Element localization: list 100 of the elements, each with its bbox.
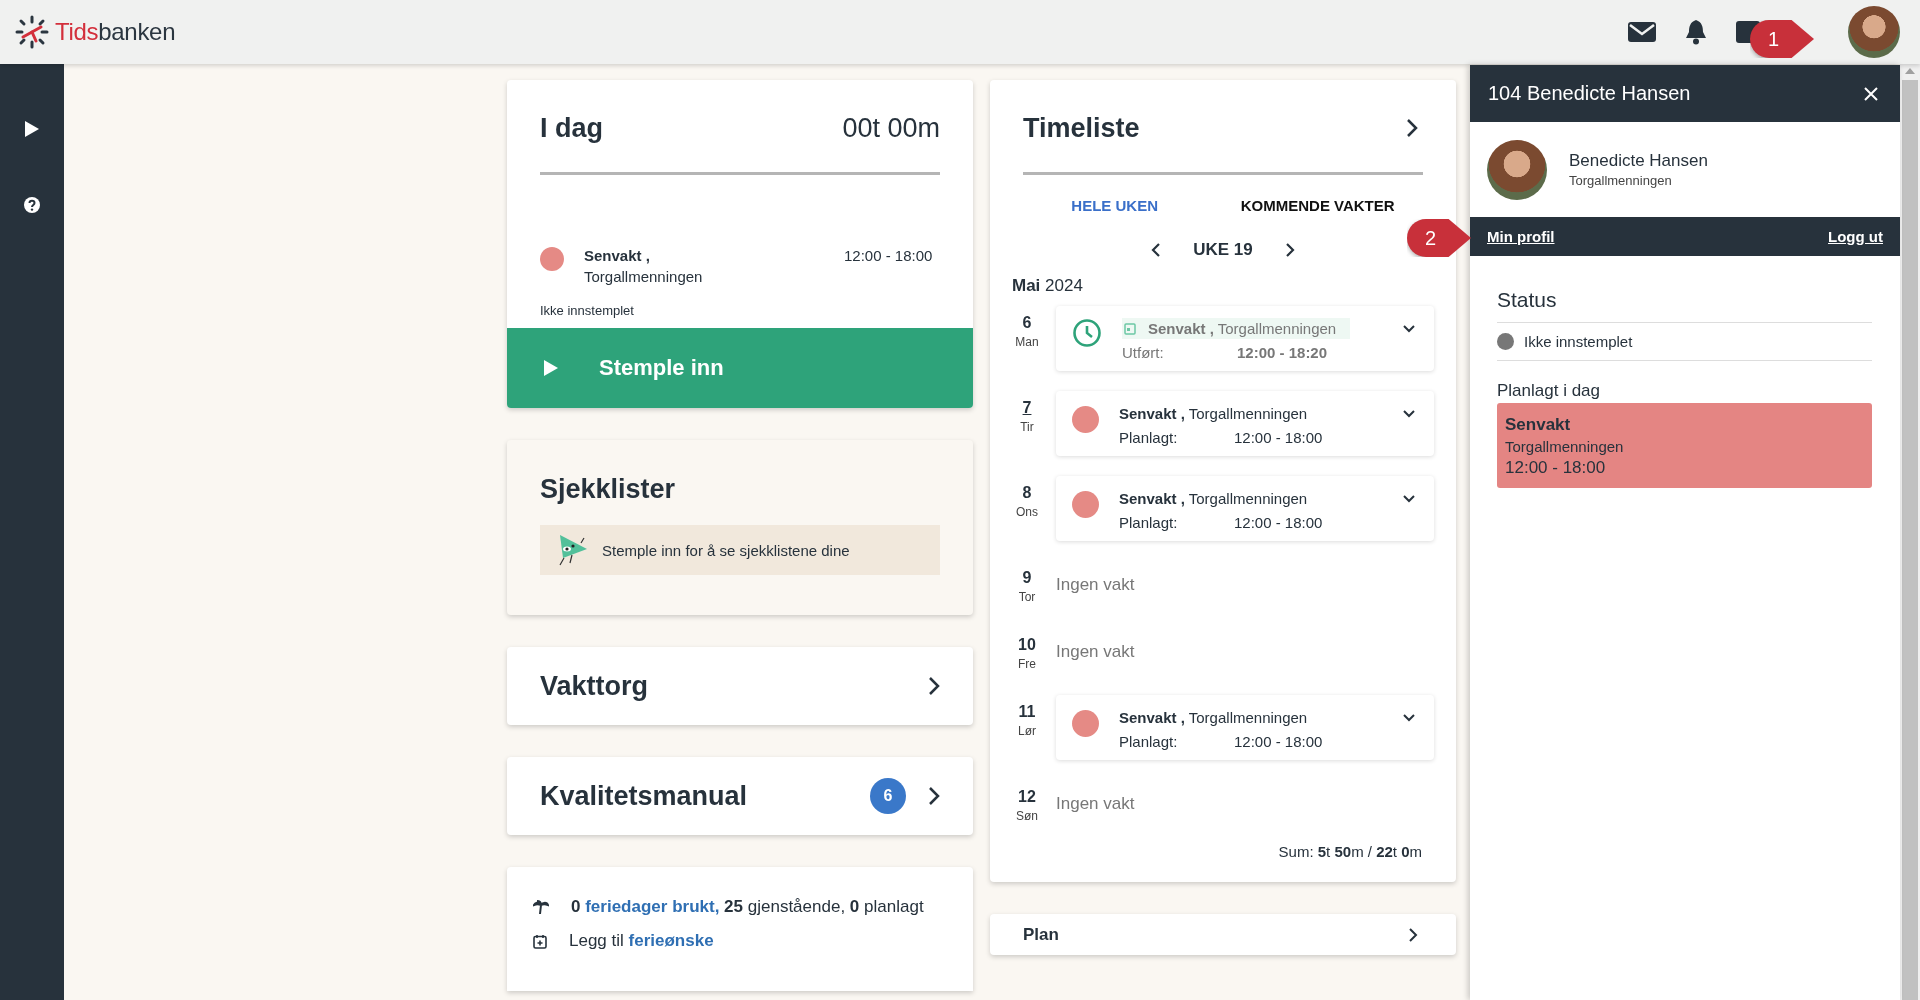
weekday-label: Søn (1016, 809, 1038, 823)
day-number: 7 (1022, 399, 1032, 417)
play-icon (543, 359, 559, 377)
section-heading: Status (1497, 288, 1872, 323)
shift-time: 12:00 - 18:00 (844, 247, 933, 264)
vacation-link[interactable]: ferieønske (628, 931, 714, 950)
shift-title: Senvakt , Torgallmenningen (1119, 709, 1308, 726)
vacation-text: Legg til ferieønske (569, 931, 714, 951)
weekday-label: Ons (1016, 505, 1038, 519)
time-label: Planlagt: (1119, 733, 1179, 750)
shift-card[interactable]: Senvakt , Torgallmenningen Utført: 12:00 - 18:20 (1056, 306, 1434, 371)
calendar-icon (1124, 322, 1136, 335)
card-title: I dag (540, 112, 603, 144)
shift-time: 12:00 - 18:00 (1234, 429, 1323, 446)
shift-card[interactable]: Senvakt , Torgallmenningen Planlagt: 12:00 - 18:00 (1056, 695, 1434, 760)
profile-link[interactable]: Logg ut (1828, 228, 1883, 245)
caret-icon (1402, 409, 1416, 418)
logo-icon (15, 15, 49, 49)
day-number: 6 (1022, 314, 1032, 332)
day-number: 8 (1022, 484, 1032, 502)
duration-text: 00t 00m (842, 112, 940, 144)
shift-time: 12:00 - 18:00 (1234, 514, 1323, 531)
scrollbar-thumb[interactable] (1902, 80, 1918, 1000)
shift-name: Senvakt , (584, 247, 651, 264)
month-label: Mai 2024 (1012, 276, 1084, 296)
user-name: Benedicte Hansen (1569, 151, 1708, 171)
day-number: 9 (1022, 569, 1032, 587)
vacation-link[interactable]: feriedager brukt, (585, 897, 720, 916)
close-icon[interactable] (1864, 86, 1878, 101)
shift-name: Senvakt (1505, 415, 1572, 435)
view-tab[interactable]: HELE UKEN (1065, 193, 1165, 218)
chevron-right-icon (928, 676, 940, 696)
caret-icon (1402, 494, 1416, 503)
no-shift-text: Ingen vakt (1056, 793, 1135, 814)
shift-market-card[interactable]: Vakttorg (507, 647, 973, 725)
palm-tree-icon (533, 899, 549, 915)
shift-card[interactable]: Senvakt , Torgallmenningen Planlagt: 12:00 - 18:00 (1056, 391, 1434, 456)
logo-text: Tidsbanken (55, 18, 176, 46)
card-title: Timeliste (1023, 112, 1140, 144)
shift-location: Torgallmenningen (584, 268, 704, 285)
card-title: Vakttorg (540, 670, 649, 702)
mail-icon[interactable] (1628, 22, 1656, 42)
shift-dot (1072, 710, 1099, 737)
chevron-left-icon[interactable] (1151, 242, 1162, 258)
quality-manual-card[interactable]: Kvalitetsmanual 6 (507, 757, 973, 835)
no-shift-text: Ingen vakt (1056, 574, 1135, 595)
bell-icon[interactable] (1684, 19, 1708, 45)
chevron-right-icon (1408, 926, 1418, 943)
shift-dot (540, 247, 564, 271)
shift-title: Senvakt , Torgallmenningen (1148, 320, 1337, 337)
chevron-right-icon[interactable] (1284, 242, 1295, 258)
count-badge: 6 (870, 778, 906, 814)
card-title: Plan (1023, 924, 1059, 945)
chevron-right-icon[interactable] (1406, 118, 1418, 138)
weekday-label: Tir (1020, 420, 1034, 434)
shift-time: 12:00 - 18:20 (1237, 344, 1328, 361)
avatar[interactable] (1848, 6, 1900, 58)
weekday-label: Tor (1018, 590, 1036, 604)
calendar-plus-icon (533, 933, 547, 949)
card-title: Sjekklister (540, 474, 677, 505)
time-label: Utført: (1122, 344, 1165, 361)
section-heading: Planlagt i dag (1497, 381, 1602, 401)
shift-title: Senvakt , Torgallmenningen (1119, 490, 1308, 507)
status-dot (1497, 333, 1514, 350)
scrollbar[interactable] (1900, 64, 1920, 1000)
shift-location: Torgallmenningen (1505, 438, 1625, 455)
day-number: 12 (1018, 788, 1036, 806)
shift-title: Senvakt , Torgallmenningen (1119, 405, 1308, 422)
profile-link[interactable]: Min profil (1487, 228, 1555, 245)
help-icon[interactable] (23, 196, 41, 214)
no-shift-text: Ingen vakt (1056, 641, 1135, 662)
shift-card[interactable]: Senvakt , Torgallmenningen Planlagt: 12:00 - 18:00 (1056, 476, 1434, 541)
day-number: 11 (1018, 703, 1036, 721)
week-label: UKE 19 (1193, 240, 1253, 260)
view-tab[interactable]: KOMMENDE VAKTER (1234, 193, 1401, 218)
time-label: Planlagt: (1119, 429, 1179, 446)
weekday-label: Lør (1018, 724, 1036, 738)
planned-shift-card[interactable]: Senvakt Torgallmenningen 12:00 - 18:00 (1497, 403, 1872, 488)
shift-time: 12:00 - 18:00 (1505, 458, 1607, 478)
vacation-text: 0 feriedager brukt, 25 gjenstående, 0 planlagt (571, 897, 924, 917)
notice-text: Stemple inn for å se sjekklistene dine (602, 541, 850, 559)
day-number: 10 (1018, 636, 1036, 654)
chevron-right-icon (928, 786, 940, 806)
status-text: Ikke innstemplet (1524, 333, 1633, 350)
card-title: Kvalitetsmanual (540, 780, 748, 812)
shift-dot (1072, 491, 1099, 518)
play-icon[interactable] (24, 120, 40, 138)
weekday-label: Fre (1018, 657, 1036, 671)
weekday-label: Man (1015, 335, 1039, 349)
callout-marker: 2 (1407, 219, 1471, 257)
shift-dot (1072, 406, 1099, 433)
user-location: Torgallmenningen (1569, 173, 1673, 188)
panel-title: 104 Benedicte Hansen (1488, 82, 1691, 105)
clock-icon (1072, 318, 1102, 348)
status-text: Ikke innstemplet (539, 302, 635, 320)
plan-card[interactable]: Plan (990, 914, 1456, 955)
sum-text: Sum: 5t 50m / 22t 0m (1277, 843, 1423, 860)
time-label: Planlagt: (1119, 514, 1179, 531)
caret-icon (1402, 713, 1416, 722)
caret-icon (1402, 324, 1416, 333)
